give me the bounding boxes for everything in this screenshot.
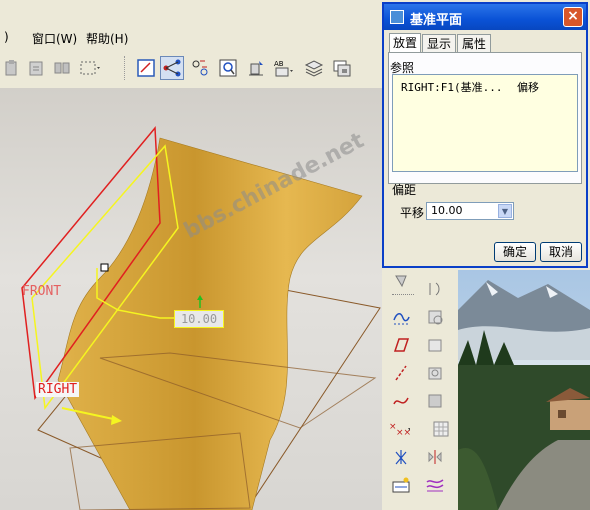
dialog-title: 基准平面 (410, 13, 463, 28)
front-plane-label: FRONT (22, 284, 62, 299)
curve-tool-icon[interactable] (390, 306, 412, 328)
layers-icon[interactable] (302, 56, 326, 80)
svg-text:AB: AB (274, 60, 284, 68)
reference-constraint-type[interactable]: 偏移 (517, 79, 539, 95)
reference-entity[interactable]: RIGHT:F1(基准... (401, 79, 502, 95)
toolbar-separator (124, 56, 126, 80)
translation-value[interactable]: 10.00 (431, 204, 463, 217)
point-tool-icon[interactable]: × ×× (388, 418, 410, 440)
paste-icon[interactable] (0, 56, 24, 80)
translation-value-combobox[interactable]: 10.00 ▼ (426, 202, 514, 220)
cancel-button[interactable]: 取消 (540, 242, 582, 262)
offset-section-label: 偏距 (392, 183, 417, 197)
sketch-icon[interactable] (244, 56, 268, 80)
mirror-feature-icon[interactable] (424, 446, 446, 468)
menu-item-help[interactable]: 帮助(H) (86, 30, 128, 47)
datum-tool-icon[interactable] (390, 270, 412, 292)
tab-display[interactable]: 显示 (422, 34, 456, 52)
view-manager-icon[interactable] (330, 56, 354, 80)
ok-button[interactable]: 确定 (494, 242, 536, 262)
draft-tool-icon[interactable] (424, 362, 446, 384)
svg-text:××: ×× (396, 428, 410, 438)
dialog-app-icon (390, 10, 404, 24)
datum-point-display-icon[interactable] (188, 56, 212, 80)
plane-tool-icon[interactable] (390, 334, 412, 356)
annotation-icon[interactable]: AB (272, 56, 296, 80)
drag-handle (100, 263, 109, 272)
round-tool-icon[interactable] (424, 306, 446, 328)
translation-label: 平移 (400, 206, 425, 220)
right-plane-label: RIGHT (36, 382, 80, 397)
datum-plane-display-icon[interactable] (134, 56, 158, 80)
chevron-down-icon[interactable]: ▼ (498, 204, 512, 218)
datum-plane-dialog: 基准平面 × 放置 显示 属性 参照 RIGHT:F1(基准... 偏移 偏距 … (382, 2, 588, 268)
select-box-icon[interactable] (78, 56, 102, 80)
tab-properties[interactable]: 属性 (457, 34, 491, 52)
rib-tool-icon[interactable] (424, 390, 446, 412)
mirror-icon[interactable] (50, 56, 74, 80)
tab-placement[interactable]: 放置 (389, 33, 421, 53)
zoom-icon[interactable] (216, 56, 240, 80)
offset-value-label[interactable]: 10.00 (174, 310, 224, 328)
desktop-background-image (458, 270, 590, 510)
style-tool-icon[interactable] (424, 474, 446, 496)
close-button[interactable]: × (563, 7, 583, 27)
feature-toolbar: × ×× (382, 270, 458, 510)
axis-tool-icon[interactable] (390, 362, 412, 384)
dialog-title-bar[interactable]: 基准平面 × (384, 4, 586, 30)
menu-item-partial[interactable]: ) (4, 30, 9, 44)
analysis-tool-icon[interactable] (390, 474, 412, 496)
trim-tool-icon[interactable] (424, 278, 446, 300)
pattern-tool-icon[interactable] (430, 418, 452, 440)
toolbar: AB (0, 50, 382, 89)
sketched-curve-icon[interactable] (390, 390, 412, 412)
coordinate-system-icon[interactable] (390, 446, 412, 468)
toolbar-separator (392, 294, 414, 295)
clipboard-icon[interactable] (24, 56, 48, 80)
references-collector[interactable]: RIGHT:F1(基准... 偏移 (392, 74, 578, 172)
shell-tool-icon[interactable] (424, 334, 446, 356)
menu-item-window[interactable]: 窗口(W) (32, 30, 77, 47)
datum-axis-display-icon[interactable] (160, 56, 184, 80)
